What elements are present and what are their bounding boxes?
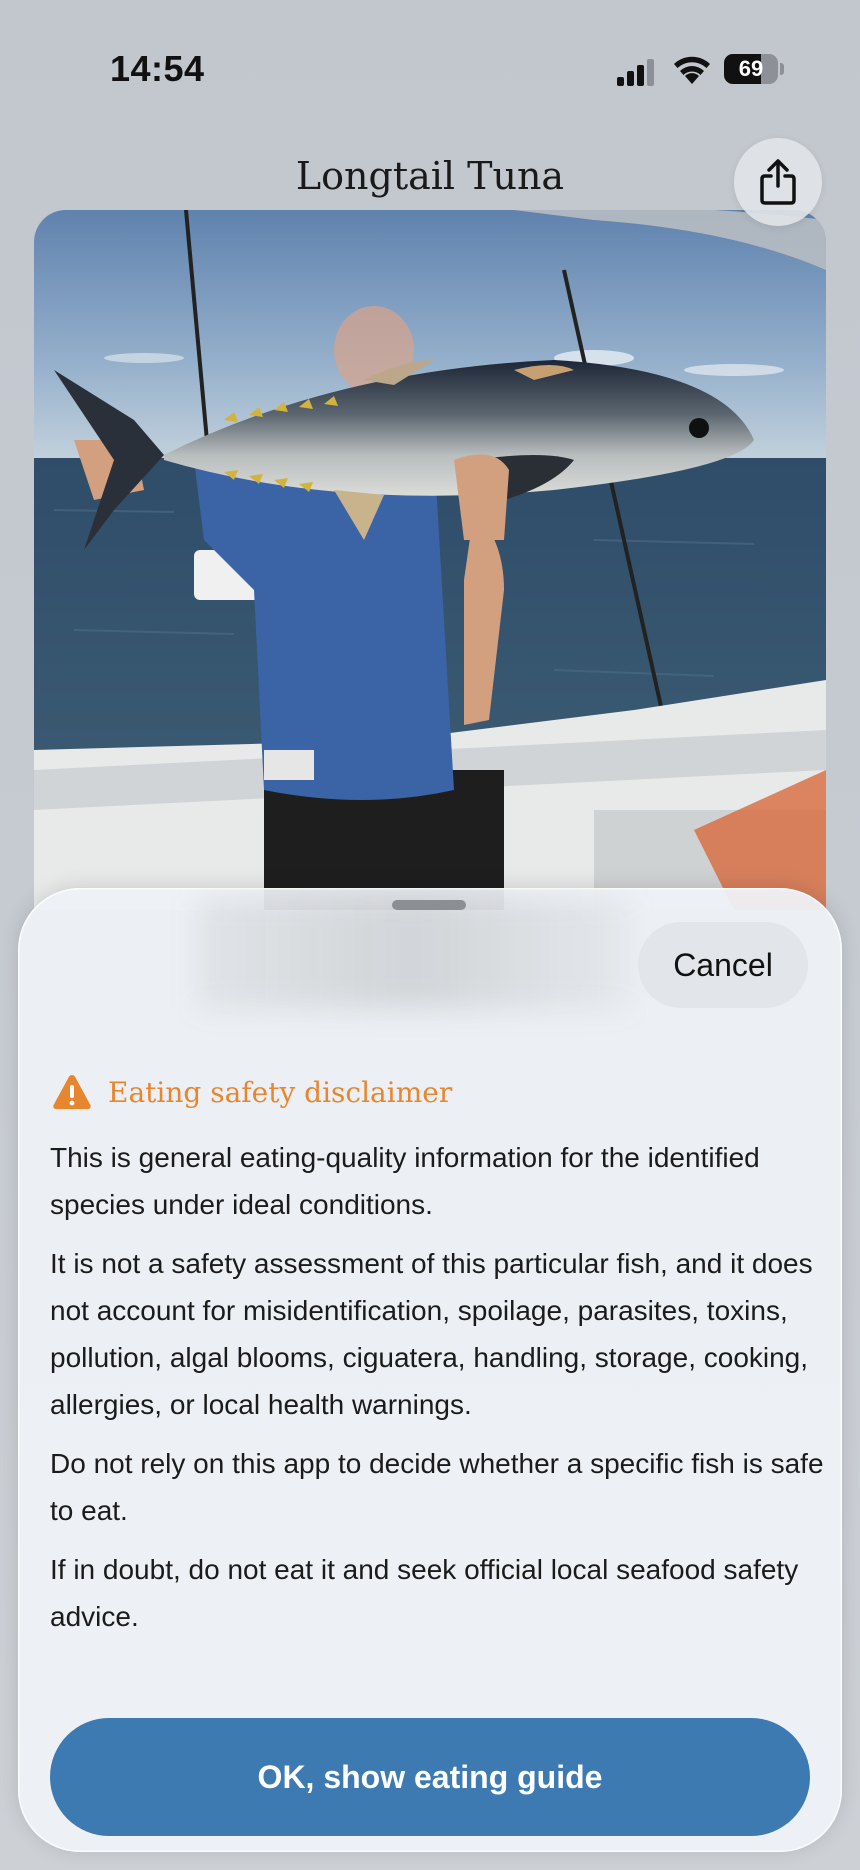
status-time: 14:54 — [110, 48, 205, 89]
cancel-button[interactable]: Cancel — [638, 922, 808, 1008]
disclaimer-paragraph: It is not a safety assessment of this pa… — [50, 1248, 813, 1420]
disclaimer-body: This is general eating-quality informati… — [50, 1134, 830, 1652]
show-eating-guide-button[interactable]: OK, show eating guide — [50, 1718, 810, 1836]
disclaimer-paragraph: If in doubt, do not eat it and seek offi… — [50, 1554, 799, 1632]
share-icon — [760, 159, 796, 205]
wifi-icon — [674, 56, 710, 84]
sheet-grabber[interactable] — [392, 900, 466, 910]
fish-photo — [34, 210, 826, 910]
disclaimer-title: Eating safety disclaimer — [108, 1075, 453, 1109]
battery-level: 69 — [738, 56, 764, 81]
cellular-signal-icon — [617, 59, 654, 86]
status-bar: 14:54 69 — [0, 0, 860, 140]
disclaimer-paragraph: Do not rely on this app to decide whethe… — [50, 1448, 824, 1526]
page-title: Longtail Tuna — [295, 154, 565, 198]
disclaimer-header: Eating safety disclaimer — [52, 1070, 452, 1114]
share-button[interactable] — [734, 138, 822, 226]
warning-icon — [53, 1075, 91, 1109]
disclaimer-paragraph: This is general eating-quality informati… — [50, 1142, 760, 1220]
screen: 14:54 69 Longtail Tuna Cancel Eating saf… — [0, 0, 860, 1870]
disclaimer-sheet: Cancel Eating safety disclaimer This is … — [18, 888, 842, 1852]
battery-indicator: 69 — [724, 54, 784, 84]
